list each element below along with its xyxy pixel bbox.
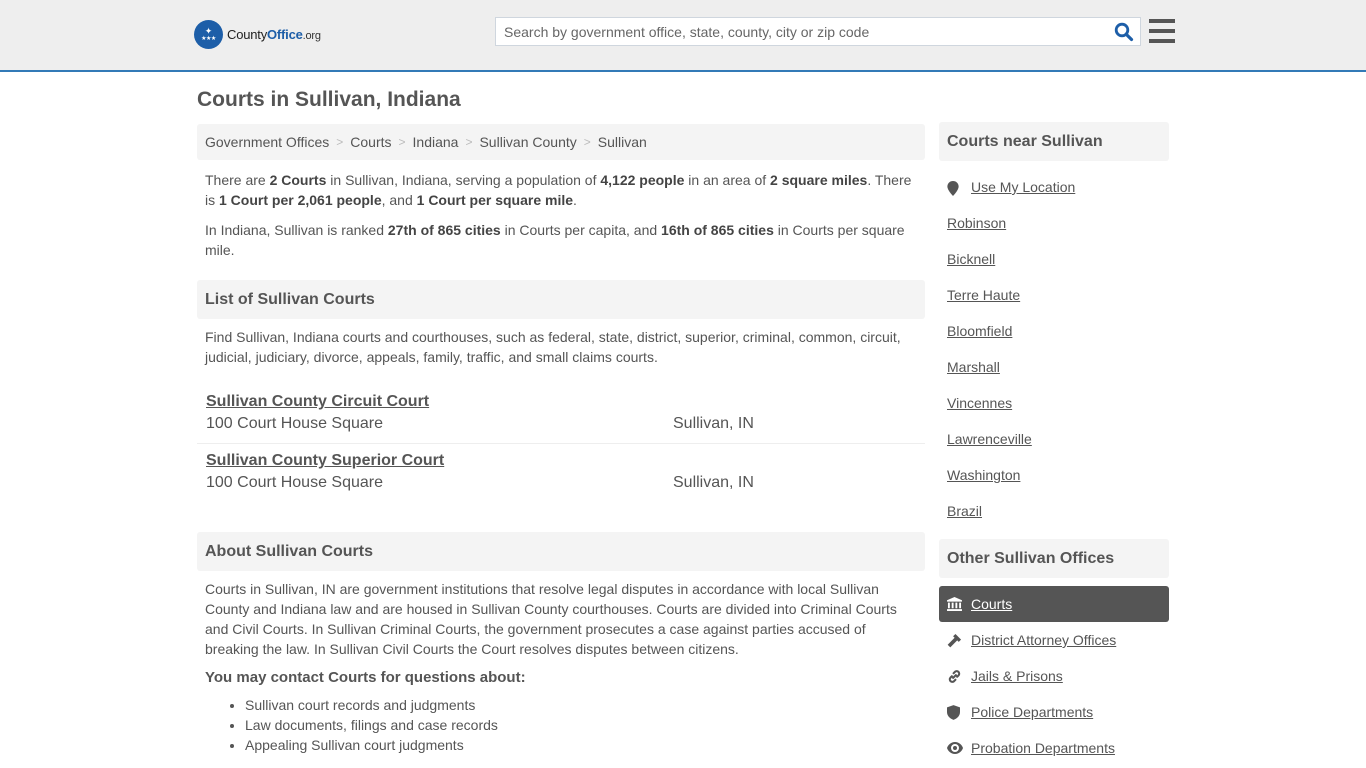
breadcrumb: Government Offices > Courts > Indiana > …: [197, 124, 925, 160]
contact-topic: Law documents, filings and case records: [245, 715, 925, 735]
other-offices-list: Courts District Attorney Offices Jails &…: [939, 586, 1169, 766]
nearby-city-link[interactable]: Robinson: [947, 215, 1006, 231]
nearby-city-item: Brazil: [939, 501, 1169, 537]
office-item-courts[interactable]: Courts: [939, 586, 1169, 622]
map-marker-icon: [947, 179, 971, 197]
office-link-courts[interactable]: Courts: [971, 596, 1012, 612]
summary-ranking: In Indiana, Sullivan is ranked 27th of 8…: [205, 222, 905, 258]
court-address: 100 Court House Square: [206, 415, 383, 432]
nearby-city-link[interactable]: Bicknell: [947, 251, 995, 267]
nearby-city-link[interactable]: Vincennes: [947, 395, 1012, 411]
nearby-city-item: Bloomfield: [939, 321, 1169, 357]
nearby-city-item: Vincennes: [939, 393, 1169, 429]
search-box: [495, 17, 1141, 46]
contact-topic: Appealing Sullivan court judgments: [245, 735, 925, 755]
search-input[interactable]: [496, 18, 1096, 45]
about-section-text: Courts in Sullivan, IN are government in…: [205, 581, 897, 657]
breadcrumb-indiana[interactable]: Indiana: [413, 134, 459, 150]
summary-stats: There are 2 Courts in Sullivan, Indiana,…: [205, 172, 912, 208]
court-list-item: Sullivan County Circuit Court 100 Court …: [197, 385, 925, 444]
breadcrumb-sullivan[interactable]: Sullivan: [598, 134, 647, 150]
nearby-city-item: Terre Haute: [939, 285, 1169, 321]
nearby-city-link[interactable]: Terre Haute: [947, 287, 1020, 303]
use-my-location: Use My Location: [939, 177, 1169, 213]
nearby-courts-heading: Courts near Sullivan: [939, 122, 1169, 161]
search-icon: [1114, 22, 1134, 42]
nearby-city-item: Robinson: [939, 213, 1169, 249]
breadcrumb-separator: >: [465, 135, 473, 149]
office-item-probation[interactable]: Probation Departments: [939, 730, 1169, 766]
list-section-description: Find Sullivan, Indiana courts and courth…: [205, 329, 901, 365]
nearby-city-link[interactable]: Bloomfield: [947, 323, 1012, 339]
search-button[interactable]: [1114, 22, 1134, 42]
nearby-city-item: Bicknell: [939, 249, 1169, 285]
office-link-police[interactable]: Police Departments: [971, 704, 1093, 720]
office-item-police[interactable]: Police Departments: [939, 694, 1169, 730]
logo-text: CountyOffice.org: [227, 27, 321, 42]
court-list: Sullivan County Circuit Court 100 Court …: [197, 385, 925, 502]
about-section-heading: About Sullivan Courts: [197, 532, 925, 571]
nearby-city-link[interactable]: Brazil: [947, 503, 982, 519]
list-section-heading: List of Sullivan Courts: [197, 280, 925, 319]
site-logo[interactable]: ✦ ★★★ CountyOffice.org: [194, 20, 321, 49]
office-link-district-attorney[interactable]: District Attorney Offices: [971, 632, 1116, 648]
use-my-location-link[interactable]: Use My Location: [971, 179, 1075, 195]
nearby-city-link[interactable]: Washington: [947, 467, 1020, 483]
eagle-logo-icon: ✦ ★★★: [194, 20, 223, 49]
hamburger-menu-icon[interactable]: [1149, 19, 1175, 43]
court-name-link[interactable]: Sullivan County Circuit Court: [206, 393, 429, 411]
breadcrumb-sullivan-county[interactable]: Sullivan County: [479, 134, 576, 150]
sidebar: Courts near Sullivan Use My Location Rob…: [939, 122, 1169, 766]
office-item-district-attorney[interactable]: District Attorney Offices: [939, 622, 1169, 658]
office-link-jails-prisons[interactable]: Jails & Prisons: [971, 668, 1063, 684]
courthouse-icon: [947, 597, 971, 611]
contact-topics-list: Sullivan court records and judgments Law…: [197, 695, 925, 755]
main-content: Government Offices > Courts > Indiana > …: [197, 124, 925, 755]
court-address: 100 Court House Square: [206, 474, 383, 491]
breadcrumb-courts[interactable]: Courts: [350, 134, 391, 150]
eye-icon: [947, 742, 971, 754]
other-offices-heading: Other Sullivan Offices: [939, 539, 1169, 578]
office-item-jails-prisons[interactable]: Jails & Prisons: [939, 658, 1169, 694]
gavel-icon: [947, 633, 971, 648]
shield-icon: [947, 704, 971, 720]
office-link-probation[interactable]: Probation Departments: [971, 740, 1115, 756]
nearby-city-item: Marshall: [939, 357, 1169, 393]
nearby-city-item: Washington: [939, 465, 1169, 501]
nearby-city-link[interactable]: Marshall: [947, 359, 1000, 375]
breadcrumb-separator: >: [398, 135, 406, 149]
page-title: Courts in Sullivan, Indiana: [197, 88, 461, 111]
breadcrumb-separator: >: [336, 135, 344, 149]
nearby-city-link[interactable]: Lawrenceville: [947, 431, 1032, 447]
nearby-cities-list: Use My Location Robinson Bicknell Terre …: [939, 177, 1169, 537]
contact-heading: You may contact Courts for questions abo…: [205, 669, 526, 686]
breadcrumb-separator: >: [583, 135, 591, 149]
link-icon: [947, 669, 971, 684]
court-city: Sullivan, IN: [673, 415, 754, 432]
court-city: Sullivan, IN: [673, 474, 754, 491]
breadcrumb-government-offices[interactable]: Government Offices: [205, 134, 329, 150]
site-header: ✦ ★★★ CountyOffice.org: [0, 0, 1366, 72]
contact-topic: Sullivan court records and judgments: [245, 695, 925, 715]
nearby-city-item: Lawrenceville: [939, 429, 1169, 465]
court-list-item: Sullivan County Superior Court 100 Court…: [197, 444, 925, 502]
court-name-link[interactable]: Sullivan County Superior Court: [206, 452, 444, 470]
